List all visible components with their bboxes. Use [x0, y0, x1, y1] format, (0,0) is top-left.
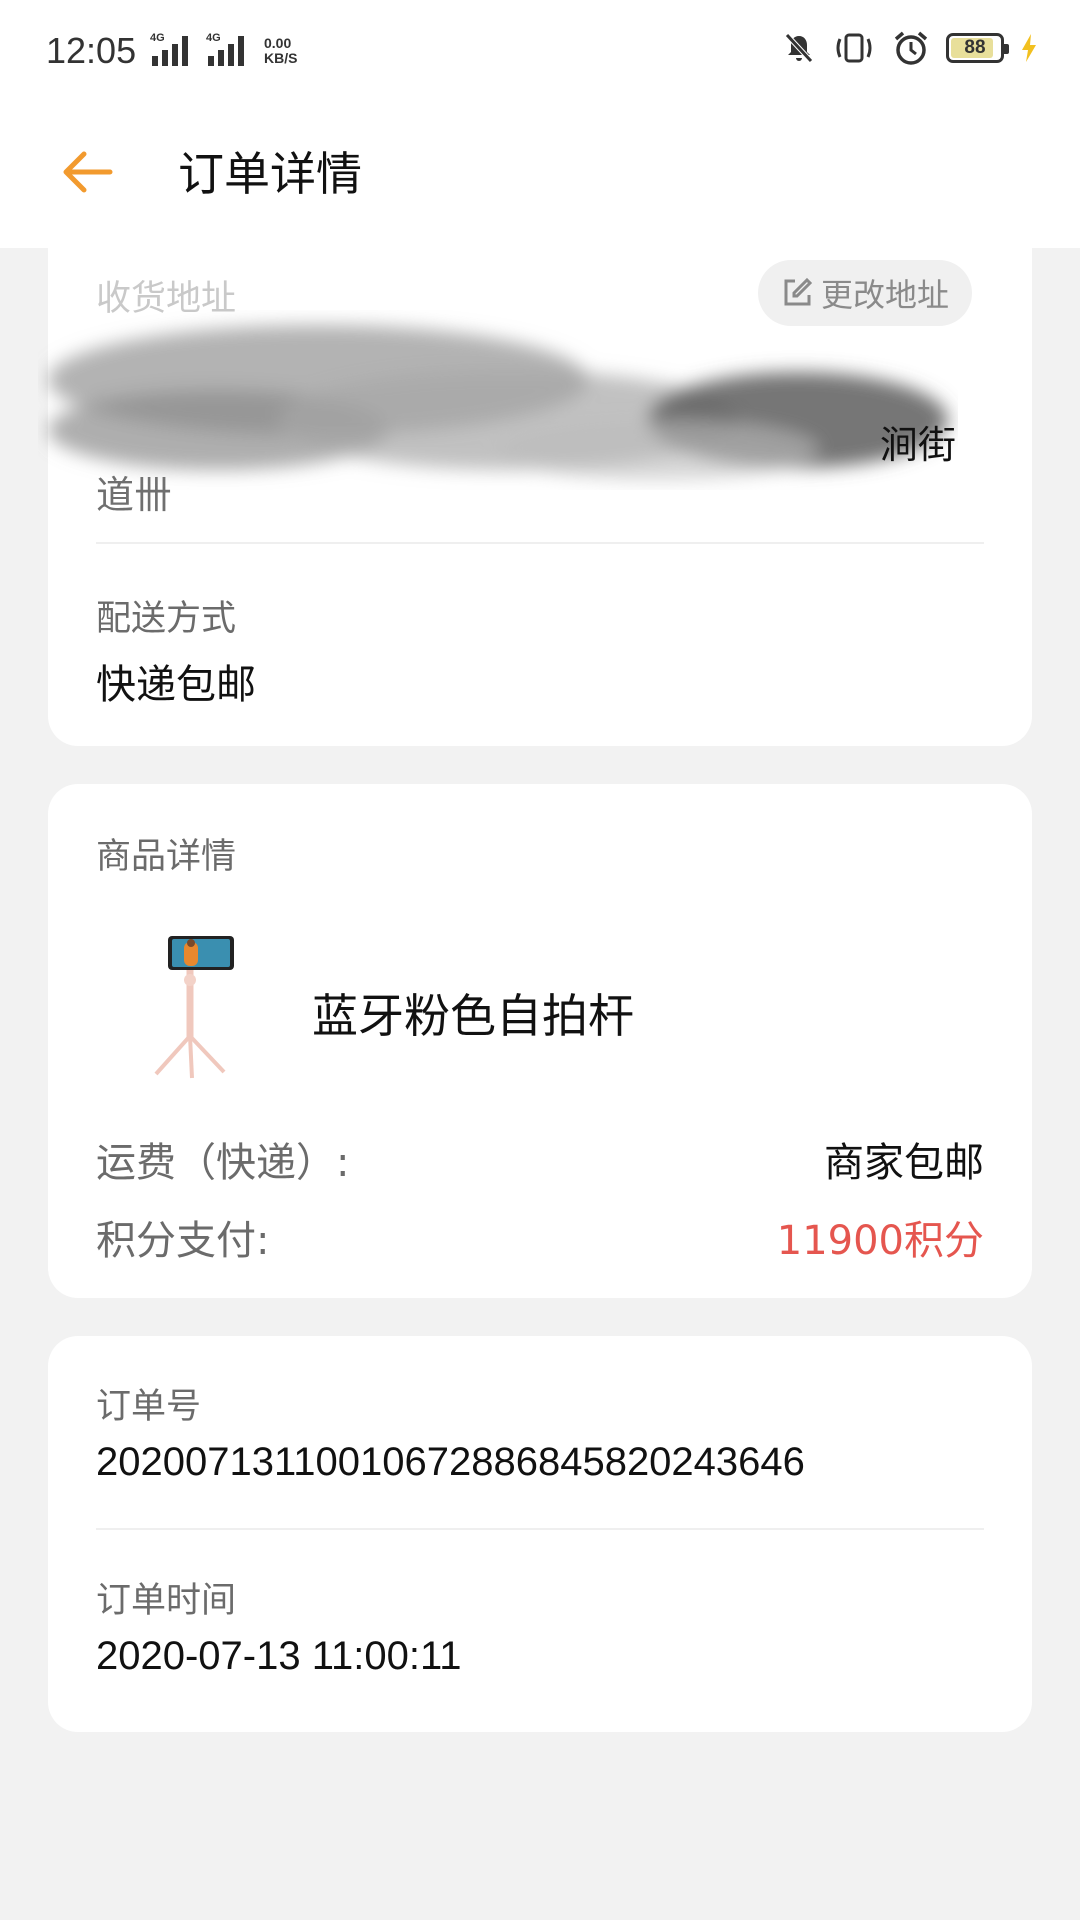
status-icons: 88 — [782, 30, 1038, 66]
divider — [96, 1528, 984, 1530]
alarm-icon — [894, 31, 928, 65]
points-payment-label: 积分支付: — [96, 1218, 270, 1264]
order-time-label: 订单时间 — [96, 1581, 237, 1621]
address-text-fragment: 涧街 — [879, 423, 956, 467]
goods-details-label: 商品详情 — [96, 837, 237, 877]
redacted-address — [48, 325, 948, 480]
order-number-value: 20200713110010672886845820243646 — [96, 1440, 805, 1484]
address-card: 收货地址 更改地址 道卌 涧街 配送方式 快递包邮 — [48, 210, 1032, 746]
edit-icon — [784, 277, 813, 306]
shipping-fee-label: 运费（快递）: — [96, 1140, 350, 1186]
order-number-label: 订单号 — [96, 1387, 202, 1427]
product-name[interactable]: 蓝牙粉色自拍杆 — [312, 980, 634, 1046]
order-time-value: 2020-07-13 11:00:11 — [96, 1634, 462, 1678]
status-time: 12:05 — [46, 30, 137, 71]
points-payment-value: 11900积分 — [776, 1218, 984, 1264]
network-type: 4G — [206, 32, 221, 44]
battery-icon: 88 — [946, 33, 1009, 63]
delivery-method-value: 快递包邮 — [96, 662, 256, 708]
status-bar: 12:05 4G 4G 0.00 KB/S 88 — [0, 0, 1080, 100]
network-type: 4G — [150, 32, 165, 44]
vibrate-icon — [836, 33, 872, 63]
goods-card: 商品详情 蓝牙粉色自拍杆 运费（快递）: 商家包邮 积分支付: 11900积分 — [48, 784, 1032, 1298]
product-image[interactable] — [138, 932, 248, 1082]
delivery-method-label: 配送方式 — [96, 599, 237, 639]
network-speed: 0.00 KB/S — [264, 35, 298, 66]
order-info-card: 订单号 20200713110010672886845820243646 订单时… — [48, 1336, 1032, 1732]
charging-icon — [1022, 34, 1036, 62]
signal-icon: 4G — [148, 32, 194, 66]
page-title: 订单详情 — [178, 147, 362, 201]
mute-icon — [785, 33, 813, 63]
network-indicators: 4G 4G 0.00 KB/S — [148, 32, 297, 66]
battery-text: 88 — [964, 37, 986, 58]
back-button[interactable] — [56, 140, 120, 204]
arrow-left-icon — [63, 151, 113, 193]
divider — [96, 542, 984, 544]
signal-icon: 4G — [204, 32, 250, 66]
shipping-fee-value: 商家包邮 — [824, 1140, 984, 1186]
